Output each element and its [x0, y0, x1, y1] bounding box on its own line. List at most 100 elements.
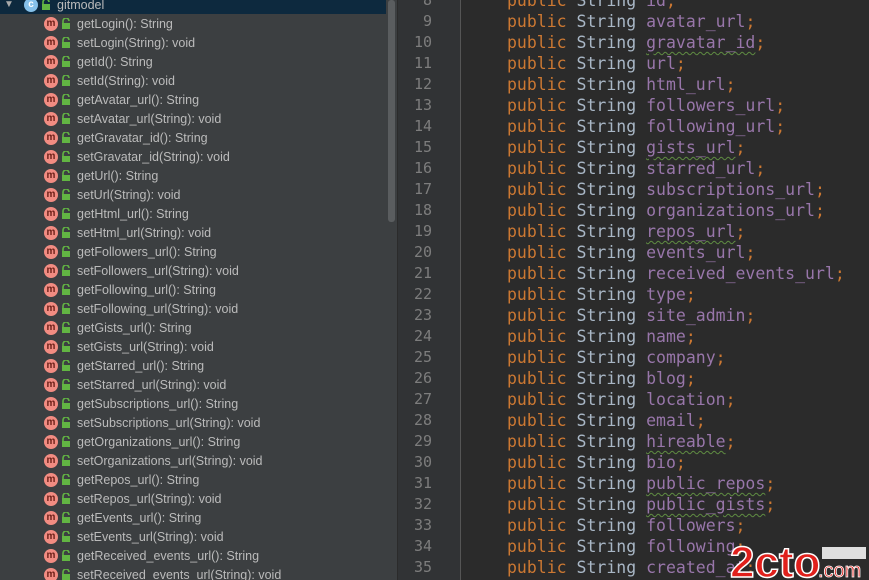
code-line[interactable]: public String site_admin; [507, 305, 755, 326]
method-icon: m [44, 339, 58, 354]
tree-method-item[interactable]: m getStarred_url(): String [0, 356, 386, 375]
tree-method-item[interactable]: m setUrl(String): void [0, 185, 386, 204]
code-line[interactable]: public String following; [507, 536, 745, 557]
code-line[interactable]: public String starred_url; [507, 158, 765, 179]
code-line[interactable]: public String repos_url; [507, 221, 745, 242]
tree-method-item[interactable]: m setHtml_url(String): void [0, 223, 386, 242]
tree-class-node[interactable]: ▼ c gitmodel [0, 0, 386, 14]
code-line[interactable]: public String hireable; [507, 431, 736, 452]
method-icon: m [44, 282, 58, 297]
line-number: 34 [413, 537, 432, 555]
method-signature: getStarred_url(): String [77, 358, 205, 373]
tree-method-item[interactable]: m setEvents_url(String): void [0, 527, 386, 546]
tree-method-item[interactable]: m getHtml_url(): String [0, 204, 386, 223]
type-name: String [576, 411, 637, 430]
code-line[interactable]: public String public_repos; [507, 473, 775, 494]
code-line[interactable]: public String avatar_url; [507, 11, 755, 32]
method-signature: getUrl(): String [77, 168, 159, 183]
code-line[interactable]: public String email; [507, 410, 706, 431]
type-name: String [576, 432, 637, 451]
code-line[interactable]: public String following_url; [507, 116, 785, 137]
tree-method-item[interactable]: m getFollowers_url(): String [0, 242, 386, 261]
public-lock-icon [61, 130, 71, 144]
code-line[interactable]: public String bio; [507, 452, 686, 473]
tree-method-item[interactable]: m getAvatar_url(): String [0, 90, 386, 109]
code-line[interactable]: public String gravatar_id; [507, 32, 765, 53]
public-lock-icon [41, 0, 51, 11]
tree-method-item[interactable]: m getSubscriptions_url(): String [0, 394, 386, 413]
field-name: site_admin [646, 306, 746, 325]
tree-method-item[interactable]: m getEvents_url(): String [0, 508, 386, 527]
tree-method-item[interactable]: m setRepos_url(String): void [0, 489, 386, 508]
type-name: String [576, 222, 637, 241]
tree-method-item[interactable]: m setId(String): void [0, 71, 386, 90]
code-line[interactable]: public String followers; [507, 515, 745, 536]
code-line[interactable]: public String created_at; [507, 557, 755, 578]
tree-method-item[interactable]: m getFollowing_url(): String [0, 280, 386, 299]
tree-method-item[interactable]: m setStarred_url(String): void [0, 375, 386, 394]
code-line[interactable]: public String name; [507, 326, 696, 347]
code-line[interactable]: public String subscriptions_url; [507, 179, 825, 200]
code-line[interactable]: public String location; [507, 389, 736, 410]
expand-arrow-icon[interactable]: ▼ [4, 0, 14, 10]
method-icon: m [44, 187, 58, 202]
line-number: 16 [413, 159, 432, 177]
tree-method-item[interactable]: m getReceived_events_url(): String [0, 546, 386, 565]
public-lock-icon [61, 244, 71, 258]
tree-method-item[interactable]: m setGists_url(String): void [0, 337, 386, 356]
method-signature: getEvents_url(): String [77, 510, 202, 525]
field-name: blog [646, 369, 686, 388]
tree-method-item[interactable]: m setFollowers_url(String): void [0, 261, 386, 280]
tree-method-item[interactable]: m getGravatar_id(): String [0, 128, 386, 147]
field-name: events_url [646, 243, 746, 262]
tree-method-item[interactable]: m getOrganizations_url(): String [0, 432, 386, 451]
code-line[interactable]: public String company; [507, 347, 726, 368]
code-line[interactable]: public String html_url; [507, 74, 736, 95]
type-name: String [576, 348, 637, 367]
code-line[interactable]: public String organizations_url; [507, 200, 825, 221]
keyword: public [507, 222, 567, 241]
tree-method-item[interactable]: m getId(): String [0, 52, 386, 71]
structure-scrollbar[interactable] [386, 0, 397, 580]
method-signature: getId(): String [77, 54, 153, 69]
svg-text:.com: .com [818, 560, 861, 580]
line-number-gutter: 8 9 10 11 12 13 14 15 16 17 18 19 20 21 22 23 24 25 26 27 28… [398, 0, 461, 580]
field-name: email [646, 411, 696, 430]
field-name: followers_url [646, 96, 776, 115]
tree-method-item[interactable]: m getRepos_url(): String [0, 470, 386, 489]
keyword: public [507, 348, 567, 367]
code-line[interactable]: public String id; [507, 0, 676, 11]
tree-method-item[interactable]: m setSubscriptions_url(String): void [0, 413, 386, 432]
line-number: 31 [413, 474, 432, 492]
code-line[interactable]: public String received_events_url; [507, 263, 845, 284]
tree-method-item[interactable]: m setLogin(String): void [0, 33, 386, 52]
line-number: 26 [413, 369, 432, 387]
code-line[interactable]: public String blog; [507, 368, 696, 389]
tree-method-item[interactable]: m setOrganizations_url(String): void [0, 451, 386, 470]
keyword: public [507, 474, 567, 493]
method-icon: m [44, 567, 58, 580]
semicolon: ; [755, 33, 766, 52]
code-line[interactable]: public String events_url; [507, 242, 755, 263]
method-signature: setFollowing_url(String): void [77, 301, 239, 316]
tree-method-item[interactable]: m setReceived_events_url(String): void [0, 565, 386, 580]
tree-method-item[interactable]: m setFollowing_url(String): void [0, 299, 386, 318]
tree-method-item[interactable]: m setGravatar_id(String): void [0, 147, 386, 166]
code-line[interactable]: public String url; [507, 53, 686, 74]
keyword: public [507, 285, 567, 304]
tree-method-item[interactable]: m setAvatar_url(String): void [0, 109, 386, 128]
line-number: 15 [413, 138, 432, 156]
code-line[interactable]: public String followers_url; [507, 95, 785, 116]
line-number: 13 [413, 96, 432, 114]
keyword: public [507, 558, 567, 577]
type-name: String [576, 306, 637, 325]
code-line[interactable]: public String public_gists; [507, 494, 775, 515]
field-name: subscriptions_url [646, 180, 815, 199]
code-line[interactable]: public String gists_url; [507, 137, 745, 158]
tree-method-item[interactable]: m getLogin(): String [0, 14, 386, 33]
scrollbar-thumb[interactable] [388, 0, 395, 222]
code-line[interactable]: public String type; [507, 284, 696, 305]
keyword: public [507, 390, 567, 409]
tree-method-item[interactable]: m getGists_url(): String [0, 318, 386, 337]
tree-method-item[interactable]: m getUrl(): String [0, 166, 386, 185]
